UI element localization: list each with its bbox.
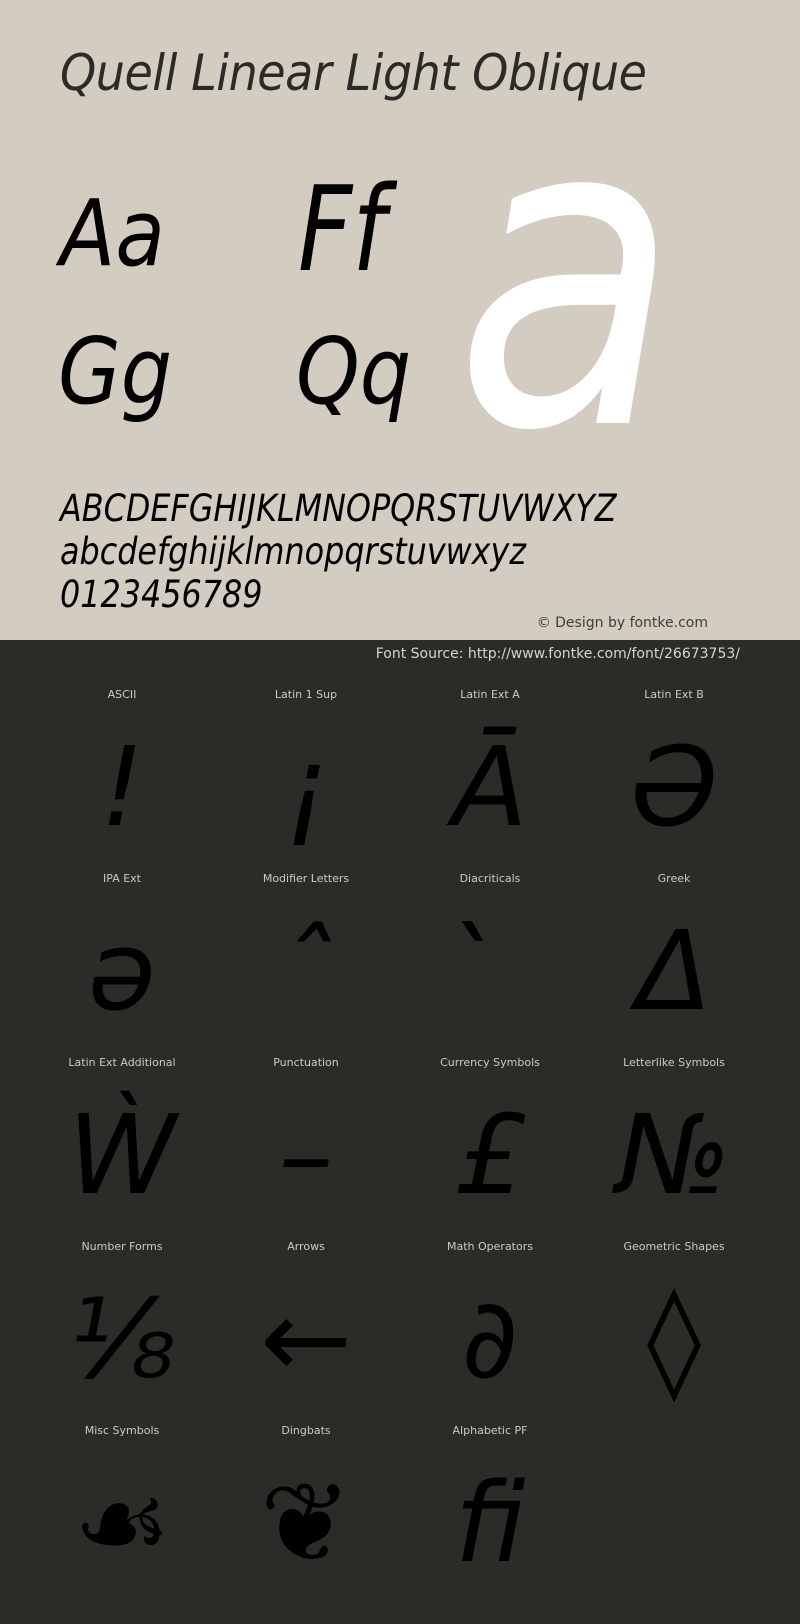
specimen-pair-ff: Ff [298, 160, 386, 298]
specimen-pair-gg: Gg [58, 318, 173, 425]
specimen-pair-aa: Aa [60, 180, 165, 287]
glyph-sample: £ [455, 1091, 525, 1219]
glyph-block-cell: Geometric Shapes ◊ [582, 1240, 766, 1424]
glyph-block-cell: Arrows ← [214, 1240, 398, 1424]
glyph-sample: ﬁ [454, 1459, 526, 1587]
glyph-sample: ˆ [278, 907, 334, 1035]
glyph-sample: № [616, 1091, 732, 1219]
glyph-sample: ❦ [259, 1459, 353, 1587]
glyph-block-cell: Modifier Letters ˆ [214, 872, 398, 1056]
glyph-block-cell: Latin Ext A Ā [398, 688, 582, 872]
glyph-block-cell: Latin 1 Sup ¡ [214, 688, 398, 872]
glyph-block-cell: Misc Symbols ☙ [30, 1424, 214, 1608]
glyph-block-cell: Alphabetic PF ﬁ [398, 1424, 582, 1608]
uppercase-alphabet: ABCDEFGHIJKLMNOPQRSTUVWXYZ [60, 487, 617, 530]
glyph-block-label: Geometric Shapes [623, 1240, 725, 1253]
glyph-block-cell: Currency Symbols £ [398, 1056, 582, 1240]
glyph-sample: ⅛ [68, 1275, 176, 1403]
glyph-sample: Ẁ [67, 1091, 177, 1219]
glyph-block-cell: Letterlike Symbols № [582, 1056, 766, 1240]
glyph-block-cell: Dingbats ❦ [214, 1424, 398, 1608]
glyph-sample: Δ [636, 907, 712, 1035]
glyph-block-cell: Latin Ext B Ə [582, 688, 766, 872]
glyph-block-label: Number Forms [81, 1240, 163, 1253]
glyph-block-cell: Latin Ext Additional Ẁ [30, 1056, 214, 1240]
glyph-block-label: Arrows [287, 1240, 325, 1253]
glyph-block-label: Alphabetic PF [452, 1424, 528, 1437]
glyph-block-label: Currency Symbols [440, 1056, 540, 1069]
glyph-sample: ◊ [646, 1275, 702, 1403]
glyph-sample: Ā [452, 723, 528, 851]
glyph-block-label: ASCII [107, 688, 137, 701]
glyph-sample: ¡ [283, 723, 329, 851]
glyph-block-cell: ASCII! [30, 688, 214, 872]
glyph-sample: Ə [630, 723, 718, 851]
glyph-block-label: Greek [657, 872, 691, 885]
glyph-block-cell: IPA Ext ə [30, 872, 214, 1056]
specimen-pair-qq: Qq [296, 318, 412, 425]
digits-row: 0123456789 [60, 573, 263, 616]
glyph-block-cell: Greek Δ [582, 872, 766, 1056]
glyph-block-cell: Math Operators ∂ [398, 1240, 582, 1424]
glyph-sample: ! [99, 723, 145, 851]
glyph-sample: – [278, 1091, 334, 1219]
lowercase-alphabet: abcdefghijklmnopqrstuvwxyz [60, 530, 527, 573]
glyph-block-label: Letterlike Symbols [623, 1056, 725, 1069]
glyph-block-cell: Punctuation – [214, 1056, 398, 1240]
glyph-sample: ̀ [398, 896, 582, 1046]
glyph-block-label: Punctuation [273, 1056, 339, 1069]
specimen-panel: Quell Linear Light Oblique Aa Ff Gg Qq a… [0, 0, 800, 640]
glyph-block-label: Diacriticals [459, 872, 521, 885]
glyph-block-label: Math Operators [447, 1240, 533, 1253]
glyph-block-label: Misc Symbols [84, 1424, 160, 1437]
glyph-block-cell: Number Forms ⅛ [30, 1240, 214, 1424]
glyph-block-label: IPA Ext [103, 872, 141, 885]
hero-glyph: a [455, 25, 679, 525]
glyph-sample: ə [88, 907, 156, 1035]
glyph-block-label: Latin Ext A [460, 688, 520, 701]
glyph-block-label: Dingbats [281, 1424, 331, 1437]
glyph-block-cell: Diacriticals̀ [398, 872, 582, 1056]
glyph-sample: ☙ [72, 1459, 172, 1587]
glyph-sample: ← [259, 1275, 353, 1403]
font-source-link[interactable]: Font Source: http://www.fontke.com/font/… [376, 646, 740, 662]
glyph-block-label: Latin Ext B [644, 688, 704, 701]
glyph-block-label: Modifier Letters [262, 872, 350, 885]
glyph-sample: ∂ [461, 1275, 519, 1403]
design-credit: © Design by fontke.com [536, 615, 708, 631]
glyph-block-label: Latin Ext Additional [68, 1056, 176, 1069]
glyph-block-label: Latin 1 Sup [274, 688, 338, 701]
